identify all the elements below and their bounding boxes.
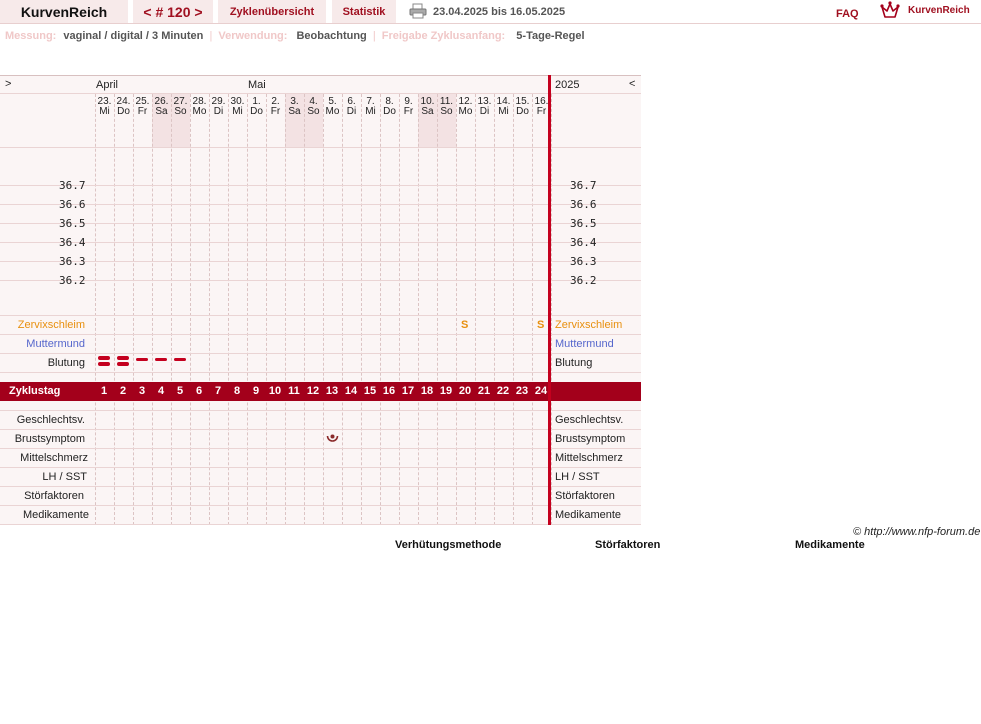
measurement-info: Messung: vaginal / digital / 3 Minuten |… bbox=[5, 30, 585, 42]
copyright-link[interactable]: © http://www.nfp-forum.de bbox=[853, 526, 980, 538]
legend-verhuetungsmethode: Verhütungsmethode bbox=[395, 539, 502, 551]
release-value: 5-Tage-Regel bbox=[516, 30, 585, 42]
row-label-lh-right: LH / SST bbox=[555, 471, 600, 483]
cycle-day-number: 5 bbox=[176, 385, 184, 397]
cycle-day-number: 9 bbox=[252, 385, 260, 397]
cycle-day-number: 22 bbox=[496, 385, 510, 397]
cycle-day-number: 7 bbox=[214, 385, 222, 397]
year-label: 2025 bbox=[555, 79, 580, 91]
scroll-left-button[interactable]: > bbox=[5, 78, 11, 90]
row-label-medikamente: Medikamente bbox=[22, 509, 89, 521]
release-label: Freigabe Zyklusanfang: bbox=[381, 30, 506, 42]
legend-medikamente: Medikamente bbox=[795, 539, 865, 551]
row-label-mittelschmerz-right: Mittelschmerz bbox=[555, 452, 623, 464]
app-title: KurvenReich bbox=[0, 0, 128, 23]
row-label-blutung-right: Blutung bbox=[555, 357, 593, 369]
cycle-day-number: 23 bbox=[515, 385, 529, 397]
row-label-lh: LH / SST bbox=[42, 471, 87, 483]
cycle-day-number: 10 bbox=[268, 385, 282, 397]
tab-statistics[interactable]: Statistik bbox=[332, 0, 396, 23]
scroll-right-button[interactable]: < bbox=[629, 78, 635, 90]
header-divider bbox=[0, 23, 981, 24]
row-label-geschlechtsv: Geschlechtsv. bbox=[16, 414, 85, 426]
row-label-brustsymptom: Brustsymptom bbox=[14, 433, 85, 445]
cycle-day-number: 11 bbox=[288, 385, 300, 397]
month-may: Mai bbox=[248, 79, 266, 91]
cycle-day-number: 17 bbox=[401, 385, 415, 397]
row-label-zervix: Zervixschleim bbox=[17, 319, 85, 331]
cycle-day-bar: Zyklustag 1 2 3 4 5 6 7 8 9 10 11 12 13 14 15 16 17 18 19 2… bbox=[0, 382, 641, 401]
row-label-stoerfaktoren: Störfaktoren bbox=[24, 490, 84, 502]
measurement-value: vaginal / digital / 3 Minuten bbox=[63, 30, 204, 42]
cycle-day-number: 4 bbox=[157, 385, 165, 397]
row-label-muttermund-right: Muttermund bbox=[555, 338, 614, 350]
measurement-label: Messung: bbox=[5, 30, 57, 42]
cycle-day-number: 6 bbox=[195, 385, 203, 397]
row-label-mittelschmerz: Mittelschmerz bbox=[20, 452, 88, 464]
logo-icon bbox=[880, 1, 900, 19]
cycle-day-number: 21 bbox=[477, 385, 491, 397]
legend-stoerfaktoren: Störfaktoren bbox=[595, 539, 661, 551]
faq-link[interactable]: FAQ bbox=[836, 8, 859, 20]
usage-label: Verwendung: bbox=[218, 30, 288, 42]
row-label-muttermund: Muttermund bbox=[26, 338, 85, 350]
row-label-zervix-right: Zervixschleim bbox=[555, 319, 623, 331]
row-label-stoerfaktoren-right: Störfaktoren bbox=[555, 490, 615, 502]
cycle-day-number: 13 bbox=[325, 385, 339, 397]
cycle-day-number: 2 bbox=[119, 385, 127, 397]
cycle-navigator[interactable]: < # 120 > bbox=[133, 0, 213, 23]
meta-separator: | bbox=[372, 30, 376, 42]
cycle-day-number: 19 bbox=[439, 385, 453, 397]
date-range: 23.04.2025 bis 16.05.2025 bbox=[433, 6, 566, 18]
cycle-day-number: 12 bbox=[306, 385, 320, 397]
tab-cycle-overview[interactable]: Zyklenübersicht bbox=[218, 0, 326, 23]
row-label-blutung: Blutung bbox=[47, 357, 85, 369]
cycle-day-number: 18 bbox=[420, 385, 434, 397]
cycle-day-number: 16 bbox=[382, 385, 396, 397]
cycle-day-number: 14 bbox=[344, 385, 358, 397]
month-april: April bbox=[96, 79, 119, 91]
today-marker-line bbox=[548, 75, 551, 525]
cycle-day-number: 3 bbox=[138, 385, 146, 397]
cycle-day-label: Zyklustag bbox=[9, 385, 61, 397]
row-label-brustsymptom-right: Brustsymptom bbox=[555, 433, 626, 445]
meta-separator: | bbox=[209, 30, 213, 42]
cycle-day-number: 8 bbox=[233, 385, 241, 397]
row-label-geschlechtsv-right: Geschlechtsv. bbox=[555, 414, 624, 426]
logo-text: KurvenReich bbox=[908, 5, 970, 16]
cycle-day-number: 20 bbox=[458, 385, 472, 397]
printer-icon[interactable] bbox=[409, 3, 427, 19]
usage-value: Beobachtung bbox=[296, 30, 367, 42]
cycle-chart bbox=[0, 75, 641, 525]
cycle-day-number: 1 bbox=[100, 385, 108, 397]
cycle-day-number: 15 bbox=[363, 385, 377, 397]
row-label-medikamente-right: Medikamente bbox=[555, 509, 622, 521]
